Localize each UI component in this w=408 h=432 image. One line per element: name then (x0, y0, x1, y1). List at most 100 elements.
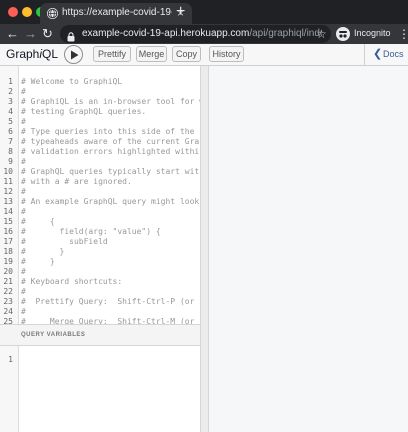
line-number: 14 (3, 207, 13, 216)
editor-line[interactable]: 19 # } (0, 257, 200, 267)
line-number: 11 (3, 177, 13, 186)
line-number: 12 (3, 187, 13, 196)
query-editor[interactable]: 1 # Welcome to GraphiQL 2 #3 # GraphiQL is a… (0, 66, 200, 324)
comment-text: # (21, 87, 26, 96)
comment-text: # { (21, 217, 55, 226)
editor-line[interactable]: 15 # { (0, 217, 200, 227)
execute-query-button[interactable] (64, 45, 83, 64)
editor-line[interactable]: 17 # subField (0, 237, 200, 247)
logo-prefix: Graph (6, 47, 40, 61)
browser-tab[interactable]: https://example-covid-19-api.h × (40, 3, 192, 24)
docs-label: Docs (383, 49, 404, 59)
editor-line[interactable]: 23 # Prettify Query: Shift-Ctrl-P (or pre… (0, 297, 200, 307)
url-text[interactable]: example-covid-19-api.herokuapp.com/api/g… (82, 28, 322, 39)
pane-resize-handle[interactable] (200, 66, 209, 432)
comment-text: # (21, 307, 26, 316)
line-number: 18 (3, 247, 13, 256)
editor-line[interactable]: 25 # Merge Query: Shift-Ctrl-M (or press (0, 317, 200, 324)
comment-text: # } (21, 247, 65, 256)
incognito-indicator[interactable]: Incognito (336, 27, 396, 41)
back-arrow-icon[interactable]: ← (6, 25, 19, 43)
address-bar[interactable]: example-covid-19-api.herokuapp.com/api/g… (60, 25, 331, 43)
line-number: 9 (8, 157, 13, 166)
docs-button[interactable]: ❮ Docs (364, 44, 408, 65)
line-number: 25 (3, 317, 13, 324)
editor-line[interactable]: 14 # (0, 207, 200, 217)
editor-line[interactable]: 1 # Welcome to GraphiQL (0, 77, 200, 87)
editor-line[interactable]: 3 # GraphiQL is an in-browser tool for wr… (0, 97, 200, 107)
url-host: example-covid-19-api.herokuapp.com (82, 28, 250, 39)
editor-line[interactable]: 21 # Keyboard shortcuts: (0, 277, 200, 287)
query-variables-header[interactable]: QUERY VARIABLES (0, 324, 200, 346)
line-number: 2 (8, 87, 13, 96)
editor-line[interactable]: 6 # Type queries into this side of the sc… (0, 127, 200, 137)
comment-text: # Type queries into this side of the scr… (21, 127, 200, 136)
editor-line[interactable]: 20 # (0, 267, 200, 277)
editor-line[interactable]: 2 # (0, 87, 200, 97)
forward-arrow-icon[interactable]: → (24, 25, 37, 43)
graphiql-toolbar: GraphiQL Prettify Merge Copy History ❮ D… (0, 44, 408, 66)
line-number: 17 (3, 237, 13, 246)
browser-tab-strip: https://example-covid-19-api.h × + (0, 0, 408, 24)
reload-icon[interactable]: ↻ (42, 25, 53, 43)
query-variables-editor[interactable]: 1 (0, 346, 200, 432)
line-number: 21 (3, 277, 13, 286)
line-number: 5 (8, 117, 13, 126)
more-menu-icon[interactable]: ⋮ (398, 26, 408, 42)
editor-line[interactable]: 7 # typeaheads aware of the current Graph… (0, 137, 200, 147)
variables-line-number: 1 (8, 355, 13, 364)
comment-text: # } (21, 257, 55, 266)
new-tab-button[interactable]: + (176, 2, 185, 22)
comment-text: # (21, 117, 26, 126)
line-number: 24 (3, 307, 13, 316)
comment-text: # with a # are ignored. (21, 177, 132, 186)
comment-text: # An example GraphQL query might look li… (21, 197, 200, 206)
line-number: 6 (8, 127, 13, 136)
editor-line[interactable]: 12 # (0, 187, 200, 197)
comment-text: # Welcome to GraphiQL (21, 77, 123, 86)
comment-text: # (21, 287, 26, 296)
line-number: 7 (8, 137, 13, 146)
graphiql-logo: GraphiQL (6, 47, 58, 61)
editor-line[interactable]: 11 # with a # are ignored. (0, 177, 200, 187)
editor-line[interactable]: 9 # (0, 157, 200, 167)
comment-text: # field(arg: "value") { (21, 227, 161, 236)
minimize-window-button[interactable] (22, 7, 32, 17)
line-number: 16 (3, 227, 13, 236)
prettify-button[interactable]: Prettify (93, 46, 131, 62)
editor-line[interactable]: 4 # testing GraphQL queries. (0, 107, 200, 117)
line-number: 4 (8, 107, 13, 116)
comment-text: # testing GraphQL queries. (21, 107, 147, 116)
line-number: 23 (3, 297, 13, 306)
query-variables-title: QUERY VARIABLES (21, 332, 86, 338)
browser-toolbar: ← → ↻ example-covid-19-api.herokuapp.com… (0, 24, 408, 44)
editor-line[interactable]: 8 # validation errors highlighted within … (0, 147, 200, 157)
comment-text: # GraphQL queries typically start with a… (21, 167, 200, 176)
line-number: 19 (3, 257, 13, 266)
comment-text: # Prettify Query: Shift-Ctrl-P (or press (21, 297, 200, 306)
line-number: 20 (3, 267, 13, 276)
merge-button[interactable]: Merge (136, 46, 167, 62)
comment-text: # Keyboard shortcuts: (21, 277, 123, 286)
editor-line[interactable]: 10 # GraphQL queries typically start with… (0, 167, 200, 177)
history-button[interactable]: History (209, 46, 244, 62)
logo-suffix: QL (42, 47, 59, 61)
editor-line[interactable]: 16 # field(arg: "value") { (0, 227, 200, 237)
comment-text: # (21, 207, 26, 216)
comment-text: # (21, 157, 26, 166)
editor-line[interactable]: 22 # (0, 287, 200, 297)
editor-line[interactable]: 5 # (0, 117, 200, 127)
editor-line[interactable]: 13 # An example GraphQL query might look … (0, 197, 200, 207)
copy-button[interactable]: Copy (172, 46, 201, 62)
line-number: 15 (3, 217, 13, 226)
editor-line[interactable]: 18 # } (0, 247, 200, 257)
bookmark-star-icon[interactable]: ☆ (316, 25, 327, 43)
result-pane (209, 66, 408, 432)
comment-text: # typeaheads aware of the current GraphQ… (21, 137, 200, 146)
tab-title: https://example-covid-19-api.h (62, 7, 172, 18)
line-number: 3 (8, 97, 13, 106)
close-window-button[interactable] (8, 7, 18, 17)
comment-text: # subField (21, 237, 108, 246)
editor-line[interactable]: 24 # (0, 307, 200, 317)
line-number: 1 (8, 77, 13, 86)
